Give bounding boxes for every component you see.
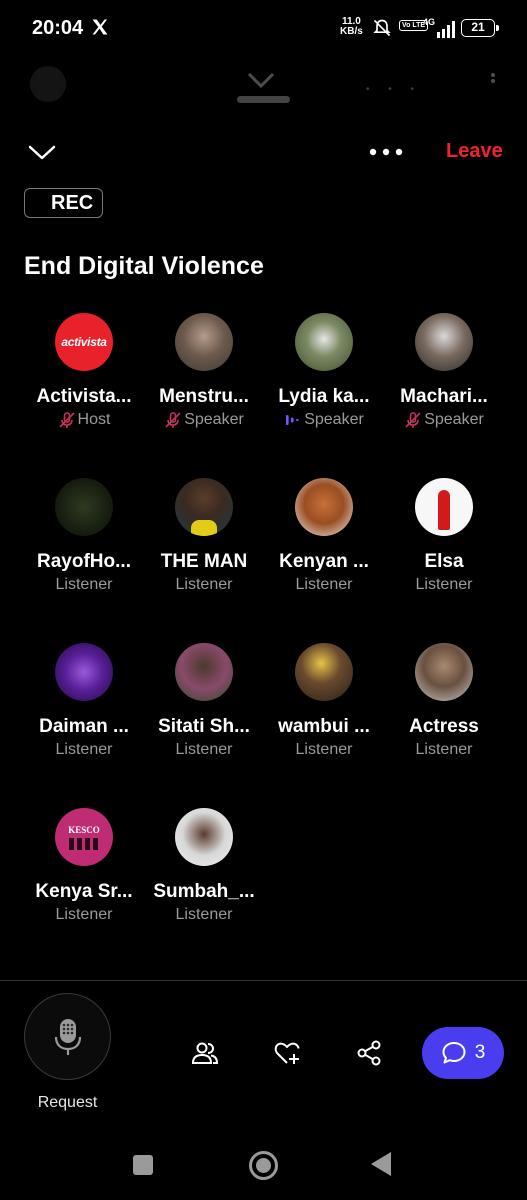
participant[interactable]: KESCO Kenya Sr... Listener	[24, 808, 144, 926]
participant-name: Sumbah_...	[153, 881, 255, 902]
participant-role: Speaker	[264, 410, 384, 430]
participants-icon[interactable]	[191, 1039, 219, 1067]
participant-role: Listener	[415, 576, 473, 593]
participant[interactable]: THE MAN Listener	[144, 478, 264, 596]
microphone-icon	[54, 1018, 81, 1055]
mic-muted-icon	[165, 412, 181, 428]
underlying-app-header: • • •	[0, 62, 527, 112]
back-button[interactable]	[371, 1152, 391, 1176]
participant-role: Listener	[175, 906, 233, 923]
divider	[0, 980, 527, 981]
participant-name: Activista...	[36, 386, 132, 407]
participant[interactable]: Kenyan ... Listener	[264, 478, 384, 596]
battery-indicator: 21	[461, 19, 499, 37]
leave-button[interactable]: Leave	[446, 140, 503, 163]
collapse-chevron-icon[interactable]	[28, 141, 56, 163]
avatar	[415, 643, 473, 701]
participant[interactable]: Sitati Sh... Listener	[144, 643, 264, 761]
participant-role: Listener	[415, 741, 473, 758]
participant-role: Host	[24, 410, 144, 430]
signal-icon	[437, 21, 455, 38]
chat-count: 3	[474, 1042, 486, 1063]
status-bar: 20:04 11.0 KB/s Vo LTE 4G 21	[0, 0, 527, 58]
participant-name: RayofHo...	[37, 551, 131, 572]
participant[interactable]: activista Activista... Host	[24, 313, 144, 431]
participant-name: Elsa	[424, 551, 464, 572]
chat-button[interactable]: 3	[422, 1027, 504, 1079]
participant-name: Machari...	[400, 386, 488, 407]
participant-name: Actress	[409, 716, 479, 737]
network-type: 4G	[423, 17, 436, 27]
recording-badge: REC	[24, 188, 103, 218]
participant[interactable]: Actress Listener	[384, 643, 504, 761]
participants-grid: activista Activista... Host Menstru... S…	[24, 313, 504, 926]
speaking-bars-icon	[286, 415, 299, 425]
participant-role: Listener	[55, 576, 113, 593]
sheet-drag-handle[interactable]	[237, 96, 290, 103]
x-logo-icon	[247, 72, 275, 89]
more-options-icon[interactable]	[368, 143, 404, 161]
participant-role: Listener	[175, 741, 233, 758]
avatar	[415, 313, 473, 371]
underlay-dots: • • •	[366, 84, 423, 95]
participant[interactable]: Sumbah_... Listener	[144, 808, 264, 926]
avatar	[295, 478, 353, 536]
mic-muted-icon	[58, 412, 75, 428]
avatar	[55, 643, 113, 701]
participant[interactable]: Daiman ... Listener	[24, 643, 144, 761]
avatar: activista	[55, 313, 113, 371]
avatar	[175, 808, 233, 866]
avatar	[175, 313, 233, 371]
participant-name: Menstru...	[159, 386, 249, 407]
share-icon[interactable]	[355, 1039, 383, 1067]
space-title: End Digital Violence	[24, 252, 264, 280]
participant-role: Listener	[295, 576, 353, 593]
more-vertical-icon	[491, 73, 495, 83]
participant-role: Listener	[55, 741, 113, 758]
participant-name: Lydia ka...	[278, 386, 370, 407]
participant[interactable]: wambui ... Listener	[264, 643, 384, 761]
recents-button[interactable]	[133, 1155, 153, 1175]
participant-role: Listener	[295, 741, 353, 758]
participant-name: Kenyan ...	[279, 551, 369, 572]
participant[interactable]: RayofHo... Listener	[24, 478, 144, 596]
mic-muted-icon	[405, 412, 421, 428]
participant-name: wambui ...	[278, 716, 370, 737]
participant[interactable]: Elsa Listener	[384, 478, 504, 596]
participant-name: THE MAN	[160, 551, 248, 572]
avatar: KESCO	[55, 808, 113, 866]
status-time: 20:04	[32, 17, 84, 39]
chat-bubble-icon	[442, 1042, 466, 1064]
avatar	[175, 478, 233, 536]
participant-role: Listener	[175, 576, 233, 593]
profile-avatar	[30, 66, 66, 102]
participant-name: Daiman ...	[39, 716, 129, 737]
avatar	[295, 313, 353, 371]
home-button[interactable]	[249, 1151, 278, 1180]
notifications-muted-icon	[373, 19, 391, 37]
heart-add-icon[interactable]	[273, 1039, 301, 1067]
participant[interactable]: Machari... Speaker	[384, 313, 504, 431]
participant-role: Speaker	[384, 410, 504, 430]
participant[interactable]: Lydia ka... Speaker	[264, 313, 384, 431]
request-mic-button[interactable]	[24, 993, 111, 1080]
avatar	[55, 478, 113, 536]
request-label: Request	[37, 1094, 98, 1111]
x-logo-icon	[92, 19, 108, 35]
avatar	[175, 643, 233, 701]
avatar	[415, 478, 473, 536]
avatar	[295, 643, 353, 701]
participant[interactable]: Menstru... Speaker	[144, 313, 264, 431]
participant-role: Listener	[55, 906, 113, 923]
participant-name: Kenya Sr...	[35, 881, 133, 902]
network-speed: 11.0 KB/s	[340, 16, 363, 37]
participant-role: Speaker	[144, 410, 264, 430]
participant-name: Sitati Sh...	[158, 716, 250, 737]
